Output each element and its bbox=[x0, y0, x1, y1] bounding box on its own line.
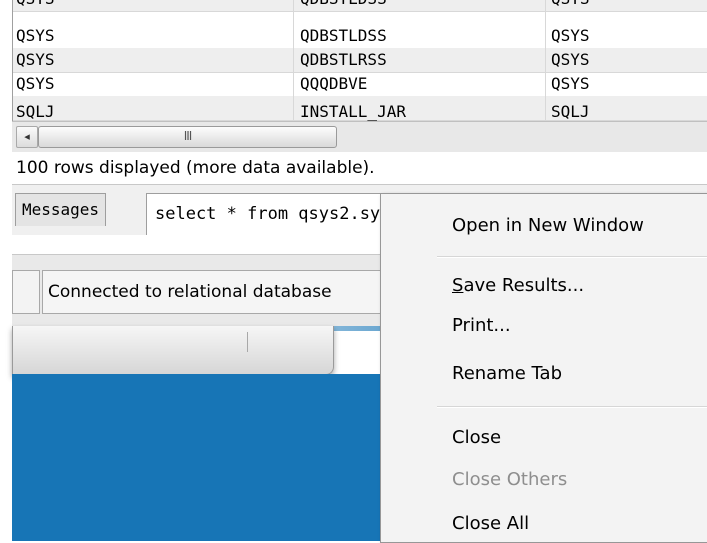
table-cell: QSYS bbox=[551, 74, 590, 93]
table-row[interactable]: QSYS QDBSTLRSS QSYS bbox=[13, 48, 707, 73]
table-cell: SQLJ bbox=[16, 102, 55, 121]
table-row[interactable]: QSYS QDBSTLDSS QSYS bbox=[13, 0, 707, 12]
horizontal-scrollbar[interactable]: ◂ III bbox=[12, 121, 707, 153]
table-cell: QQQDBVE bbox=[300, 74, 368, 93]
status-cell-empty bbox=[12, 270, 40, 314]
menu-item-label: Rename Tab bbox=[452, 363, 563, 384]
table-cell: QSYS bbox=[551, 26, 590, 45]
menu-item-close-all[interactable]: Close All bbox=[381, 506, 707, 542]
rows-status: 100 rows displayed (more data available)… bbox=[12, 152, 707, 185]
table-row[interactable]: SQLJ INSTALL_JAR SQLJ bbox=[13, 96, 707, 121]
scroll-thumb[interactable]: III bbox=[38, 126, 337, 148]
menu-separator bbox=[437, 256, 707, 258]
grip-icon: III bbox=[183, 129, 193, 143]
menu-item-open-in-new-window[interactable]: Open in New Window bbox=[381, 208, 707, 244]
menu-separator bbox=[437, 406, 707, 408]
menu-item-label: Close Others bbox=[452, 469, 568, 490]
menu-item-print[interactable]: Print... bbox=[381, 308, 707, 344]
menu-item-close-others: Close Others bbox=[381, 462, 707, 498]
table-cell: QDBSTLRSS bbox=[300, 50, 387, 69]
results-grid[interactable]: QSYS QDBSTLDSS QSYS QSYS QDBSTLDSS QSYS … bbox=[12, 0, 707, 121]
table-cell: QSYS bbox=[551, 50, 590, 69]
column-divider bbox=[545, 0, 546, 121]
table-cell: QDBSTLDSS bbox=[300, 0, 387, 11]
table-row[interactable]: QSYS QDBSTLDSS QSYS bbox=[13, 24, 707, 49]
menu-item-label: Open in New Window bbox=[452, 215, 644, 236]
tab-messages[interactable]: Messages bbox=[15, 193, 107, 226]
menu-item-label: Save Results... bbox=[452, 275, 585, 296]
table-cell: QSYS bbox=[16, 0, 55, 11]
column-divider bbox=[293, 0, 294, 121]
table-cell: QSYS bbox=[16, 74, 55, 93]
menu-item-close[interactable]: Close bbox=[381, 420, 707, 456]
background-window-frame bbox=[12, 326, 334, 375]
context-menu[interactable]: Open in New Window Save Results... Print… bbox=[380, 193, 707, 543]
table-cell: QSYS bbox=[551, 0, 590, 11]
menu-item-rename-tab[interactable]: Rename Tab bbox=[381, 356, 707, 392]
frame-divider bbox=[247, 332, 248, 352]
menu-item-save-results[interactable]: Save Results... bbox=[381, 268, 707, 304]
table-row[interactable]: QSYS QQQDBVE QSYS bbox=[13, 72, 707, 97]
table-cell: QDBSTLDSS bbox=[300, 26, 387, 45]
menu-item-label: Close All bbox=[452, 513, 530, 534]
table-cell: SQLJ bbox=[551, 102, 590, 121]
table-cell: QSYS bbox=[16, 26, 55, 45]
left-edge bbox=[0, 0, 12, 541]
menu-item-label: Print... bbox=[452, 315, 511, 336]
scroll-left-arrow-icon[interactable]: ◂ bbox=[16, 126, 38, 148]
menu-item-label: Close bbox=[452, 427, 502, 448]
table-cell: INSTALL_JAR bbox=[300, 102, 406, 121]
table-cell: QSYS bbox=[16, 50, 55, 69]
